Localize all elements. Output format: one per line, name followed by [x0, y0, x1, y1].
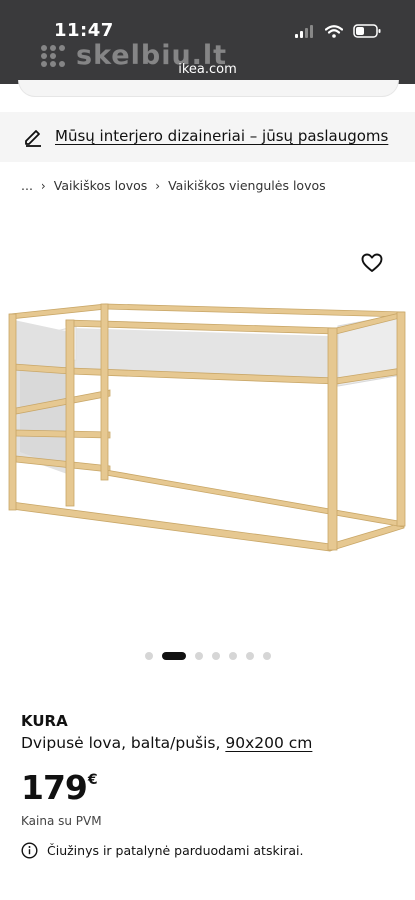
- carousel-dot[interactable]: [194, 652, 203, 660]
- chevron-right-icon: ›: [40, 178, 46, 193]
- product-notice: Čiužinys ir patalynė parduodami atskirai…: [21, 842, 303, 859]
- breadcrumb-item-single-beds[interactable]: Vaikiškos viengulės lovos: [168, 178, 326, 193]
- carousel-dot[interactable]: [228, 652, 237, 660]
- designer-services-link[interactable]: Mūsų interjero dizaineriai – jūsų paslau…: [55, 127, 388, 145]
- vat-note: Kaina su PVM: [21, 814, 102, 828]
- notice-text: Čiužinys ir patalynė parduodami atskirai…: [47, 843, 304, 858]
- product-size-link[interactable]: 90x200 cm: [225, 734, 312, 752]
- status-time: 11:47: [54, 20, 114, 41]
- designer-banner[interactable]: Mūsų interjero dizaineriai – jūsų paslau…: [0, 112, 415, 162]
- product-description-text: Dvipusė lova, balta/pušis,: [21, 734, 221, 752]
- cellular-signal-icon: [295, 24, 313, 38]
- pencil-icon: [25, 130, 41, 147]
- carousel-dot-active[interactable]: [161, 652, 186, 660]
- product-description: Dvipusė lova, balta/pušis, 90x200 cm: [21, 734, 312, 752]
- price-value: 179: [21, 768, 88, 807]
- breadcrumb-ellipsis[interactable]: ...: [21, 178, 33, 193]
- carousel-dot[interactable]: [211, 652, 220, 660]
- status-bar: 11:47 skelbiu.lt ikea.com: [0, 0, 415, 84]
- address-bar-url[interactable]: ikea.com: [0, 62, 415, 77]
- battery-icon: [353, 24, 381, 38]
- wifi-icon: [325, 24, 343, 38]
- carousel-dot[interactable]: [245, 652, 254, 660]
- breadcrumb: ... › Vaikiškos lovos › Vaikiškos viengu…: [21, 178, 326, 193]
- search-bar[interactable]: [18, 80, 399, 97]
- product-image-bed[interactable]: [0, 290, 415, 570]
- breadcrumb-item-kids-beds[interactable]: Vaikiškos lovos: [54, 178, 148, 193]
- price-currency: €: [87, 772, 98, 788]
- image-carousel-indicator: [0, 652, 415, 660]
- carousel-dot[interactable]: [144, 652, 153, 660]
- chevron-right-icon: ›: [155, 178, 161, 193]
- carousel-dot[interactable]: [262, 652, 271, 660]
- status-icons: [295, 24, 381, 38]
- heart-icon[interactable]: [361, 253, 383, 273]
- product-price: 179 €: [21, 768, 98, 807]
- info-icon: [21, 842, 38, 859]
- product-name: KURA: [21, 712, 68, 730]
